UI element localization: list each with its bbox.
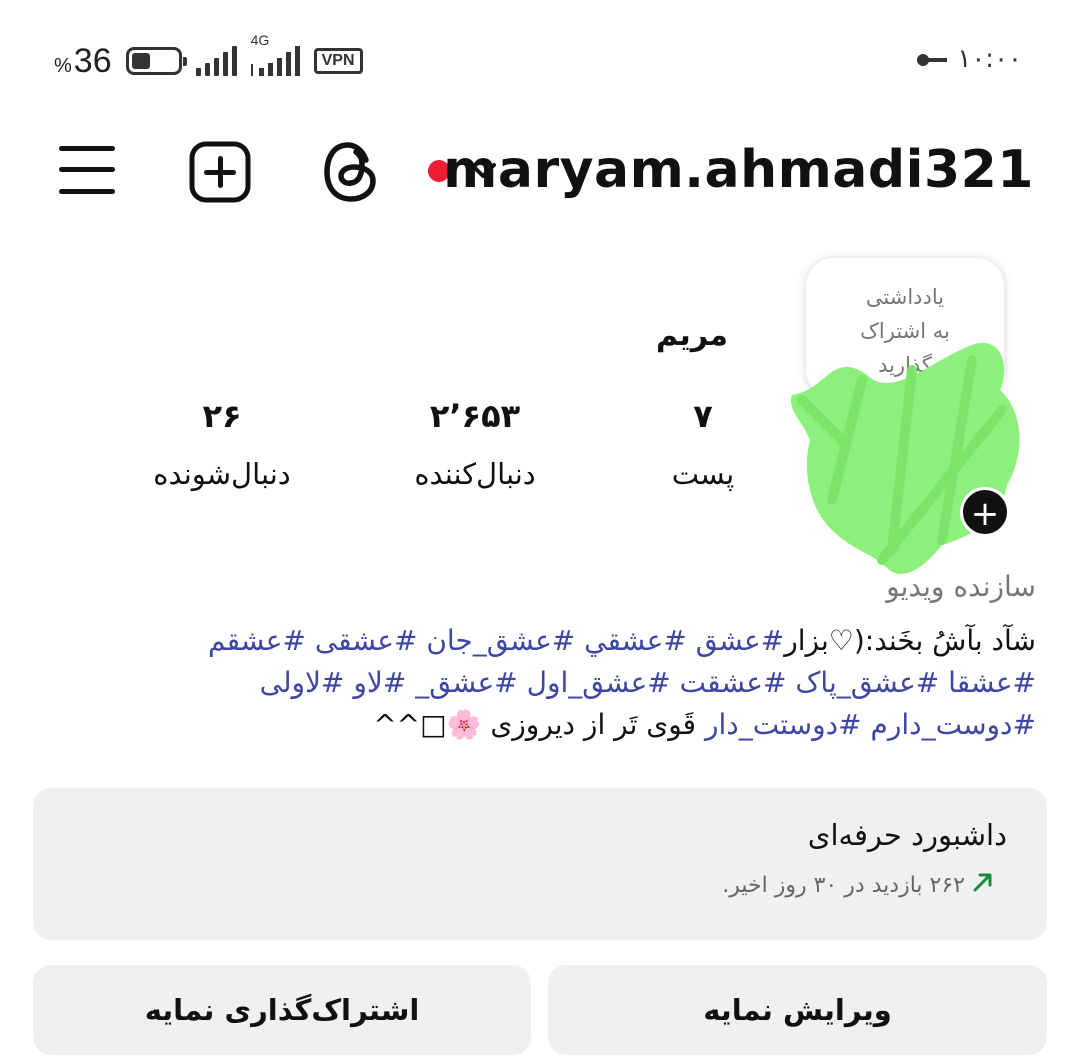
bio-line-2: #عشقا #عشق_پاک #عشقت #عشق_اول #عشق_ #لاو… [76,662,1036,704]
stat-followers[interactable]: ۲٬۶۵۳ دنبال‌کننده [395,396,555,494]
menu-icon[interactable] [56,140,118,200]
add-story-icon[interactable]: + [960,487,1010,537]
professional-dashboard[interactable]: داشبورد حرفه‌ای ۲۶۲ بازدید در ۳۰ روز اخی… [33,788,1047,940]
username[interactable]: maryam.ahmadi321 [443,140,1034,200]
dashboard-subtitle: ۲۶۲ بازدید در ۳۰ روز اخیر. [722,870,995,900]
bio: شآد بآشُ بخَند:(♡بزار#عشق #عشقي #عشق_جان… [76,620,1036,746]
dashboard-views-text: ۲۶۲ بازدید در ۳۰ روز اخیر. [722,872,965,898]
stat-posts[interactable]: ۷ پست [640,396,766,494]
status-bar-left: % 36 4G VPN [54,32,363,84]
trend-up-icon [971,870,995,900]
share-profile-button[interactable]: اشتراک‌گذاری نمایه [33,965,531,1055]
avatar[interactable] [772,320,1032,590]
following-count: ۲۶ [202,397,242,435]
note-line: یادداشتی [865,285,945,309]
signal-icon [195,46,237,76]
followers-count: ۲٬۶۵۳ [429,397,521,435]
vpn-badge: VPN [313,48,363,74]
followers-label: دنبال‌کننده [414,457,536,491]
posts-count: ۷ [693,397,713,435]
stat-following[interactable]: ۲۶ دنبال‌شونده [132,396,312,494]
bio-line-1: شآد بآشُ بخَند:(♡بزار#عشق #عشقي #عشق_جان… [76,620,1036,662]
clock: ۱۰:۰۰ [957,44,1022,74]
signal-4g-icon: 4G [250,32,300,76]
battery-percent: % 36 [54,41,112,80]
edit-profile-button[interactable]: ویرایش نمایه [548,965,1047,1055]
bio-hashtags[interactable]: #دوست_دارم #دوستت_دار [705,708,1036,741]
battery-icon [125,47,187,75]
status-bar-right: ۱۰:۰۰ [917,44,1022,74]
bio-line-3: #دوست_دارم #دوستت_دار قَوی تَر از دیروزی… [76,704,1036,746]
key-icon [917,54,948,66]
bio-text: قَوی تَر از دیروزی 🌸□^^ [373,708,697,741]
create-icon[interactable] [188,140,252,204]
threads-icon[interactable] [322,140,380,204]
profile-name: مریم [655,318,728,353]
dashboard-title: داشبورد حرفه‌ای [807,818,1007,852]
network-type-label: 4G [250,32,270,48]
following-label: دنبال‌شونده [153,457,291,491]
bio-hashtags[interactable]: #عشق #عشقي #عشق_جان #عشقی #عشقم [208,624,784,657]
bio-text: شآد بآشُ بخَند:(♡بزار [784,624,1036,657]
profile-category: سازنده ویدیو [886,570,1036,603]
posts-label: پست [671,457,735,491]
bio-hashtags[interactable]: #عشقا #عشق_پاک #عشقت #عشق_اول #عشق_ #لاو… [260,666,1036,699]
